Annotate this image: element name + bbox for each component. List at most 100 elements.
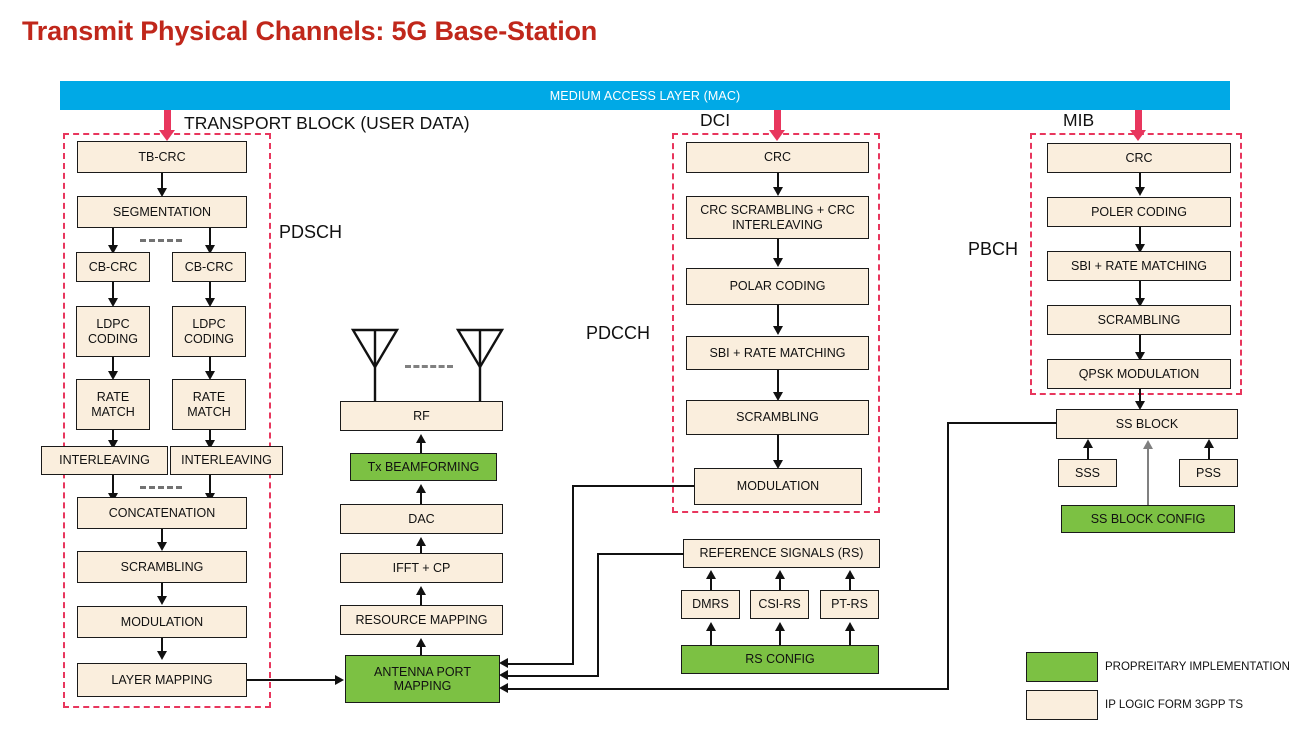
arrowhead-rsconfig-csirs	[774, 622, 785, 631]
antenna-right-icon	[455, 328, 505, 403]
link-rsconfig-dmrs	[710, 630, 713, 646]
link-layermapping-antennaport	[247, 679, 337, 682]
link-rs-route-h1	[597, 553, 684, 556]
link-rsconfig-ptrs	[849, 630, 852, 646]
block-reference-signals[interactable]: REFERENCE SIGNALS (RS)	[683, 539, 880, 568]
block-crc-scrambling-interleaving[interactable]: CRC SCRAMBLING + CRC INTERLEAVING	[686, 196, 869, 239]
legend-label-proprietary: PROPREITARY IMPLEMENTATION	[1105, 661, 1290, 673]
block-pdcch-polar-coding[interactable]: POLAR CODING	[686, 268, 869, 305]
arrowhead-pdcch-crc-scrambling	[772, 187, 783, 196]
link-ssblockconfig-ssblock	[1147, 448, 1150, 508]
block-ss-block-config[interactable]: SS BLOCK CONFIG	[1061, 505, 1235, 533]
antenna-left-icon	[350, 328, 400, 403]
arrowhead-ssblockconfig-ssblock	[1142, 440, 1153, 449]
block-rate-match-2[interactable]: RATE MATCH	[172, 379, 246, 430]
block-layer-mapping[interactable]: LAYER MAPPING	[77, 663, 247, 697]
block-dmrs[interactable]: DMRS	[681, 590, 740, 619]
arrowhead-ptrs-rs	[844, 570, 855, 579]
link-pdcchmod-route-h2	[508, 663, 574, 666]
arrowhead-dac-beamforming	[415, 484, 426, 493]
arrowhead-pdcchmod-antennaport	[499, 658, 508, 668]
block-pdsch-modulation[interactable]: MODULATION	[77, 606, 247, 638]
feed-arrow-mib-shaft	[1135, 110, 1142, 132]
mac-layer-label: MEDIUM ACCESS LAYER (MAC)	[549, 88, 741, 103]
feed-label-dci: DCI	[700, 110, 731, 130]
ellipsis-code-blocks-top	[140, 239, 182, 242]
block-pss[interactable]: PSS	[1179, 459, 1238, 487]
block-interleaving-2[interactable]: INTERLEAVING	[170, 446, 283, 475]
block-pdcch-scrambling[interactable]: SCRAMBLING	[686, 400, 869, 435]
block-rate-match-1[interactable]: RATE MATCH	[76, 379, 150, 430]
arrowhead-rs-antennaport	[499, 670, 508, 680]
block-pt-rs[interactable]: PT-RS	[820, 590, 879, 619]
arrowhead-dmrs-rs	[705, 570, 716, 579]
link-dmrs-rs	[710, 578, 713, 590]
arrowhead-rsconfig-ptrs	[844, 622, 855, 631]
arrowhead-ssblock-antennaport	[499, 683, 508, 693]
arrowhead-antennaport-resourcemapping	[415, 638, 426, 647]
link-pss-ssblock	[1208, 447, 1211, 459]
link-rs-route-h2	[508, 675, 599, 678]
arrowhead-ifft-dac	[415, 537, 426, 546]
feed-arrow-dci-shaft	[774, 110, 781, 132]
block-ifft-cp[interactable]: IFFT + CP	[340, 553, 503, 583]
arrowhead-rsconfig-dmrs	[705, 622, 716, 631]
arrowhead-pbchcrc-poler	[1134, 187, 1145, 196]
mac-layer-bar: MEDIUM ACCESS LAYER (MAC)	[60, 81, 1230, 110]
arrowhead-scrambling-modulation	[156, 596, 167, 605]
block-csi-rs[interactable]: CSI-RS	[750, 590, 809, 619]
legend-swatch-ip-logic	[1026, 690, 1098, 720]
link-pdcchscr-modulation	[777, 435, 780, 463]
ellipsis-code-blocks-bottom	[140, 486, 182, 489]
page-title: Transmit Physical Channels: 5G Base-Stat…	[22, 16, 598, 46]
block-interleaving-1[interactable]: INTERLEAVING	[41, 446, 168, 475]
arrowhead-crcscr-polar	[772, 258, 783, 267]
arrowhead-resourcemapping-ifft	[415, 586, 426, 595]
block-rs-config[interactable]: RS CONFIG	[681, 645, 879, 674]
feed-label-transport-block: TRANSPORT BLOCK (USER DATA)	[184, 113, 470, 133]
link-ssblock-route-h1	[947, 422, 1057, 425]
block-qpsk-modulation[interactable]: QPSK MODULATION	[1047, 359, 1231, 389]
feed-label-mib: MIB	[1063, 110, 1095, 130]
block-pbch-crc[interactable]: CRC	[1047, 143, 1231, 173]
block-pdcch-modulation[interactable]: MODULATION	[694, 468, 862, 505]
block-sss[interactable]: SSS	[1058, 459, 1117, 487]
arrowhead-modulation-layermapping	[156, 651, 167, 660]
link-rs-route-v	[597, 553, 600, 677]
block-pdcch-sbi-rate-matching[interactable]: SBI + RATE MATCHING	[686, 336, 869, 370]
block-tx-beamforming[interactable]: Tx BEAMFORMING	[350, 453, 497, 481]
link-pdcchmod-route-v	[572, 485, 575, 665]
block-pdcch-crc[interactable]: CRC	[686, 142, 869, 173]
legend-swatch-proprietary	[1026, 652, 1098, 682]
link-ssblock-route-v	[947, 422, 950, 690]
link-rsconfig-csirs	[779, 630, 782, 646]
arrowhead-layermapping-antennaport	[335, 674, 344, 685]
block-ldpc-coding-1[interactable]: LDPC CODING	[76, 306, 150, 357]
block-cb-crc-2[interactable]: CB-CRC	[172, 252, 246, 282]
diagram-canvas: Transmit Physical Channels: 5G Base-Stat…	[0, 0, 1292, 731]
arrowhead-pss-ssblock	[1203, 439, 1214, 448]
arrowhead-polar-sbi	[772, 326, 783, 335]
arrowhead-beamforming-rf	[415, 434, 426, 443]
block-pbch-scrambling[interactable]: SCRAMBLING	[1047, 305, 1231, 335]
feed-arrow-transport-block-shaft	[164, 110, 171, 132]
arrowhead-concat-scrambling	[156, 542, 167, 551]
block-pbch-sbi-rate-matching[interactable]: SBI + RATE MATCHING	[1047, 251, 1231, 281]
block-dac[interactable]: DAC	[340, 504, 503, 534]
link-pdcchmod-route-h1	[572, 485, 694, 488]
block-pdsch-scrambling[interactable]: SCRAMBLING	[77, 551, 247, 583]
block-antenna-port-mapping[interactable]: ANTENNA PORT MAPPING	[345, 655, 500, 703]
link-csirs-rs	[779, 578, 782, 590]
block-tb-crc[interactable]: TB-CRC	[77, 141, 247, 173]
block-ss-block[interactable]: SS BLOCK	[1056, 409, 1238, 439]
block-segmentation[interactable]: SEGMENTATION	[77, 196, 247, 228]
block-ldpc-coding-2[interactable]: LDPC CODING	[172, 306, 246, 357]
arrowhead-sss-ssblock	[1082, 439, 1093, 448]
channel-label-pbch: PBCH	[968, 239, 1019, 259]
block-rf[interactable]: RF	[340, 401, 503, 431]
link-sss-ssblock	[1087, 447, 1090, 459]
block-cb-crc-1[interactable]: CB-CRC	[76, 252, 150, 282]
block-poler-coding[interactable]: POLER CODING	[1047, 197, 1231, 227]
block-concatenation[interactable]: CONCATENATION	[77, 497, 247, 529]
block-resource-mapping[interactable]: RESOURCE MAPPING	[340, 605, 503, 635]
